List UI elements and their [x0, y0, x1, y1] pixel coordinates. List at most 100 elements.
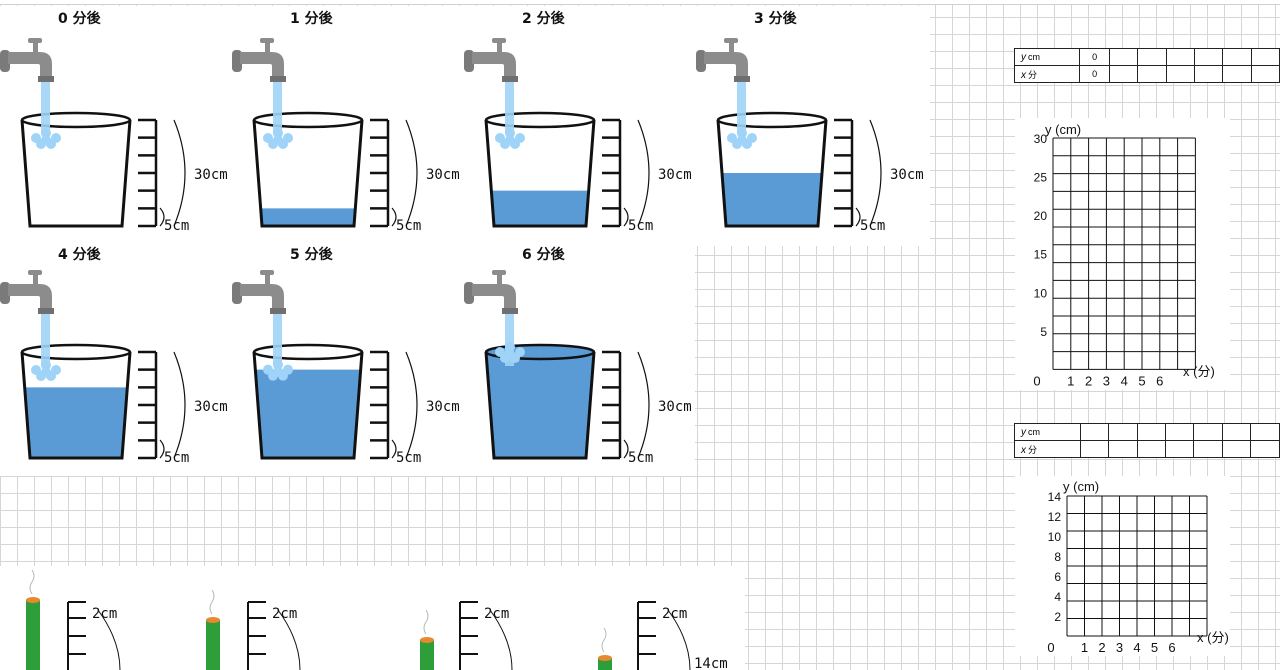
splash-icon — [31, 360, 61, 381]
bucket-5: 30cm 5cm — [232, 270, 460, 466]
bucket-caption-2: 2 分後 — [522, 11, 565, 27]
table-cell[interactable] — [1079, 440, 1110, 458]
y-tick-label: 8 — [1054, 550, 1061, 564]
measure-scale: 30cm 5cm — [834, 118, 924, 234]
bucket-6: 30cm 5cm — [464, 270, 692, 466]
x-tick-label: 3 — [1116, 640, 1123, 655]
splash-icon — [263, 128, 293, 149]
water-stream — [41, 82, 50, 134]
table-cell[interactable] — [1108, 440, 1138, 458]
table-cell[interactable] — [1221, 440, 1252, 458]
measure-scale: 30cm 5cm — [138, 118, 228, 234]
scale-step-label: 5cm — [628, 218, 653, 234]
y-tick-label: 12 — [1048, 510, 1062, 524]
xy-table-2: y cm x分 — [1014, 423, 1280, 458]
water-level — [722, 173, 822, 226]
x-tick-label: 6 — [1156, 373, 1163, 388]
table-cell[interactable] — [1165, 65, 1195, 83]
water-stream — [737, 82, 746, 134]
faucet-icon — [464, 38, 518, 82]
x-tick-label: 4 — [1121, 373, 1128, 388]
candle-step-label: 2cm — [272, 606, 297, 622]
table-cell[interactable] — [1221, 423, 1252, 441]
table-row-y: y cm 0 — [1013, 48, 1280, 66]
water-level — [491, 190, 589, 226]
x-tick-label: 6 — [1168, 640, 1175, 655]
y-unit: cm — [1028, 426, 1040, 437]
water-stream — [505, 82, 514, 134]
table-cell[interactable] — [1250, 65, 1280, 83]
table-cell[interactable] — [1136, 423, 1167, 441]
water-stream — [273, 314, 282, 366]
scale-step-label: 5cm — [628, 450, 653, 466]
measure-scale: 30cm 5cm — [370, 350, 460, 466]
bucket-2: 30cm 5cm — [464, 38, 692, 234]
faucet-icon — [232, 38, 286, 82]
faucet-icon — [464, 270, 518, 314]
blank-graph-1: y (cm) x (分) 30252015105 0123456 — [1015, 118, 1230, 390]
table-cell[interactable] — [1165, 440, 1195, 458]
table-cell[interactable] — [1193, 48, 1224, 66]
bucket-3: 30cm 5cm — [696, 38, 924, 234]
x-variable: x — [1021, 69, 1026, 81]
graph-xlabel: x (分) — [1197, 630, 1229, 645]
table-cell[interactable] — [1250, 440, 1280, 458]
table-cell[interactable] — [1193, 423, 1223, 441]
table-cell[interactable] — [1108, 423, 1138, 441]
graph-xlabel: x (分) — [1183, 364, 1215, 379]
table-cell[interactable] — [1193, 440, 1223, 458]
table-cell[interactable] — [1137, 48, 1167, 66]
splash-icon — [31, 128, 61, 149]
x-tick-label: 5 — [1151, 640, 1158, 655]
table-header-y: y cm — [1014, 423, 1081, 441]
blank-graph-2: y (cm) x (分) 1412108642 0123456 — [1015, 476, 1230, 656]
bucket-caption-6: 6 分後 — [522, 247, 565, 263]
table-cell-x0[interactable]: 0 — [1079, 65, 1110, 83]
bucket-1: 30cm 5cm — [232, 38, 460, 234]
table-cell[interactable] — [1108, 48, 1139, 66]
x-tick-label: 5 — [1138, 373, 1145, 388]
candle-scale: 2cm — [247, 601, 301, 670]
x-tick-label: 0 — [1047, 640, 1054, 655]
y-tick-label: 4 — [1054, 590, 1061, 604]
scale-total-label: 30cm — [426, 167, 460, 183]
table-cell[interactable] — [1165, 423, 1195, 441]
x-unit: 分 — [1028, 69, 1038, 80]
y-tick-label: 30 — [1034, 132, 1048, 146]
table-cell[interactable] — [1250, 423, 1280, 441]
scale-total-label: 30cm — [194, 167, 228, 183]
table-cell[interactable] — [1165, 48, 1195, 66]
table-cell[interactable] — [1222, 65, 1252, 83]
y-tick-label: 6 — [1054, 570, 1061, 584]
table-header-x: x分 — [1013, 65, 1081, 83]
graph-ylabel: y (cm) — [1063, 479, 1099, 494]
candle-3 — [598, 627, 612, 670]
bucket-caption-0: 0 分後 — [58, 11, 101, 27]
table-cell[interactable] — [1079, 423, 1110, 441]
y-tick-label: 14 — [1048, 490, 1062, 504]
y-tick-label: 15 — [1034, 248, 1048, 262]
x-unit: 分 — [1028, 444, 1038, 455]
y-unit: cm — [1028, 51, 1040, 62]
table-cell[interactable] — [1108, 65, 1139, 83]
scale-total-label: 30cm — [658, 167, 692, 183]
bucket-caption-5: 5 分後 — [290, 247, 333, 263]
table-row-y: y cm — [1014, 423, 1280, 441]
water-stream — [41, 314, 50, 366]
table-cell[interactable] — [1222, 48, 1252, 66]
table-cell-y0[interactable]: 0 — [1079, 48, 1110, 66]
candle-step-label: 2cm — [484, 606, 509, 622]
bucket-caption-4: 4 分後 — [58, 247, 101, 263]
candle-step-label: 2cm — [92, 606, 117, 622]
y-tick-label: 25 — [1034, 171, 1048, 185]
table-cell[interactable] — [1250, 48, 1280, 66]
measure-scale: 30cm 5cm — [370, 118, 460, 234]
table-cell[interactable] — [1136, 440, 1167, 458]
scale-step-label: 5cm — [164, 218, 189, 234]
scale-total-label: 30cm — [890, 167, 924, 183]
measure-scale: 30cm 5cm — [138, 350, 228, 466]
bucket-4: 30cm 5cm — [0, 270, 228, 466]
table-row-x: x分 — [1014, 440, 1280, 458]
table-cell[interactable] — [1193, 65, 1224, 83]
table-cell[interactable] — [1137, 65, 1167, 83]
